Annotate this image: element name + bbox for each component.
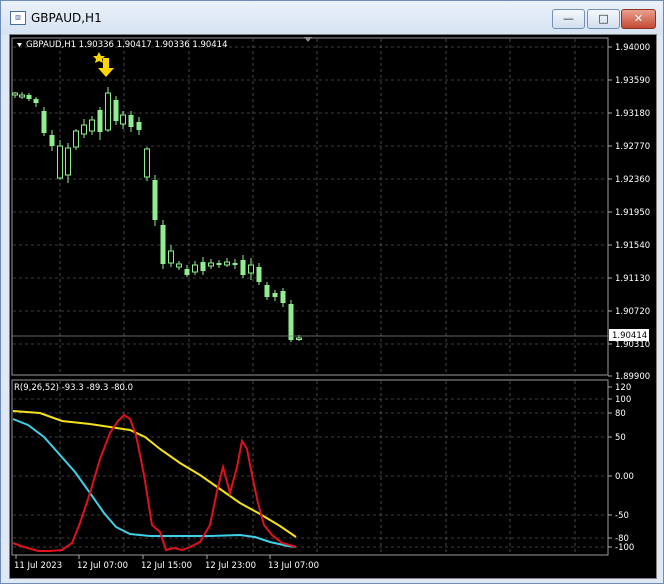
indicator-label: 120 [615, 383, 631, 393]
candle [144, 147, 150, 181]
time-label: 13 Jul 07:00 [268, 561, 319, 571]
time-label: 11 Jul 2023 [14, 561, 62, 571]
candle [136, 117, 142, 135]
minimize-button[interactable]: — [552, 9, 585, 29]
chart-area[interactable]: 1.90414 1.94000 1.93590 1.93180 1.92770 1.92… [9, 34, 657, 579]
close-button[interactable]: ✕ [621, 9, 656, 29]
price-label: 1.92770 [615, 142, 650, 152]
candle [208, 259, 214, 269]
red-line [12, 413, 297, 552]
candle [41, 107, 47, 136]
price-label: 1.90310 [615, 340, 650, 350]
maximize-button[interactable]: □ [587, 9, 620, 29]
time-label: 12 Jul 15:00 [141, 561, 192, 571]
candle [216, 260, 222, 268]
price-label: 1.89900 [615, 372, 650, 382]
candle [33, 97, 39, 107]
price-label: 1.90720 [615, 307, 650, 317]
price-label: 1.91130 [615, 274, 650, 284]
candle [128, 111, 134, 132]
candle [12, 92, 18, 98]
indicator-frame [11, 379, 609, 556]
indicator-label: -100 [615, 543, 634, 553]
candle [57, 140, 63, 180]
indicator-label: 80 [615, 409, 626, 419]
price-label: 1.91950 [615, 208, 650, 218]
candle [280, 288, 286, 307]
candle [120, 111, 126, 129]
time-axis: 11 Jul 2023 12 Jul 07:00 12 Jul 15:00 12 Ju… [14, 555, 319, 571]
indicator-label: 50 [615, 433, 626, 443]
candle [81, 119, 87, 138]
candle [89, 116, 95, 135]
chart-window: ▥ GBPAUD,H1 — □ ✕ 1.90414 1.94000 1.93590… [0, 0, 664, 584]
indicator-grid [13, 381, 607, 554]
price-label: 1.93590 [615, 76, 650, 86]
indicator-scale: 12010080500.00-50-80-100 [608, 383, 634, 553]
candle [26, 93, 32, 101]
candle [200, 257, 206, 275]
time-label: 12 Jul 07:00 [77, 561, 128, 571]
scroll-marker-icon [304, 37, 312, 42]
indicator-label: -50 [615, 511, 629, 521]
yellow-line [12, 410, 297, 538]
candle [176, 261, 182, 270]
candle [224, 258, 230, 267]
chart-window-icon: ▥ [10, 11, 26, 25]
candle [232, 259, 238, 269]
candles [12, 87, 302, 342]
candle [49, 130, 55, 151]
price-label: 1.93180 [615, 109, 650, 119]
candle [256, 263, 262, 285]
title-bar[interactable]: ▥ GBPAUD,H1 — □ ✕ [1, 1, 663, 35]
price-label: 1.91540 [615, 241, 650, 251]
time-label: 12 Jul 23:00 [205, 561, 256, 571]
price-label: 1.94000 [615, 43, 650, 53]
indicator-label: 100 [615, 395, 631, 405]
indicator-header: R(9,26,52) -93.3 -89.3 -80.0 [14, 383, 133, 393]
candle [272, 290, 278, 301]
candle [97, 107, 103, 140]
candle [160, 220, 166, 269]
candle [168, 245, 174, 267]
candle [264, 282, 270, 300]
main-chart-frame [11, 37, 609, 376]
dropdown-icon[interactable] [17, 43, 22, 47]
candle [65, 143, 71, 183]
candle [113, 96, 119, 125]
window-title: GBPAUD,H1 [31, 11, 102, 25]
price-label: 1.92360 [615, 175, 650, 185]
candle [192, 261, 198, 275]
indicator-label: 0.00 [615, 472, 634, 482]
candle [73, 129, 79, 150]
candle [19, 92, 25, 99]
candle [105, 87, 111, 132]
candle [152, 175, 158, 226]
main-chart-header: GBPAUD,H1 1.90336 1.90417 1.90336 1.9041… [26, 40, 228, 50]
grid [13, 39, 607, 374]
candle [240, 255, 246, 278]
